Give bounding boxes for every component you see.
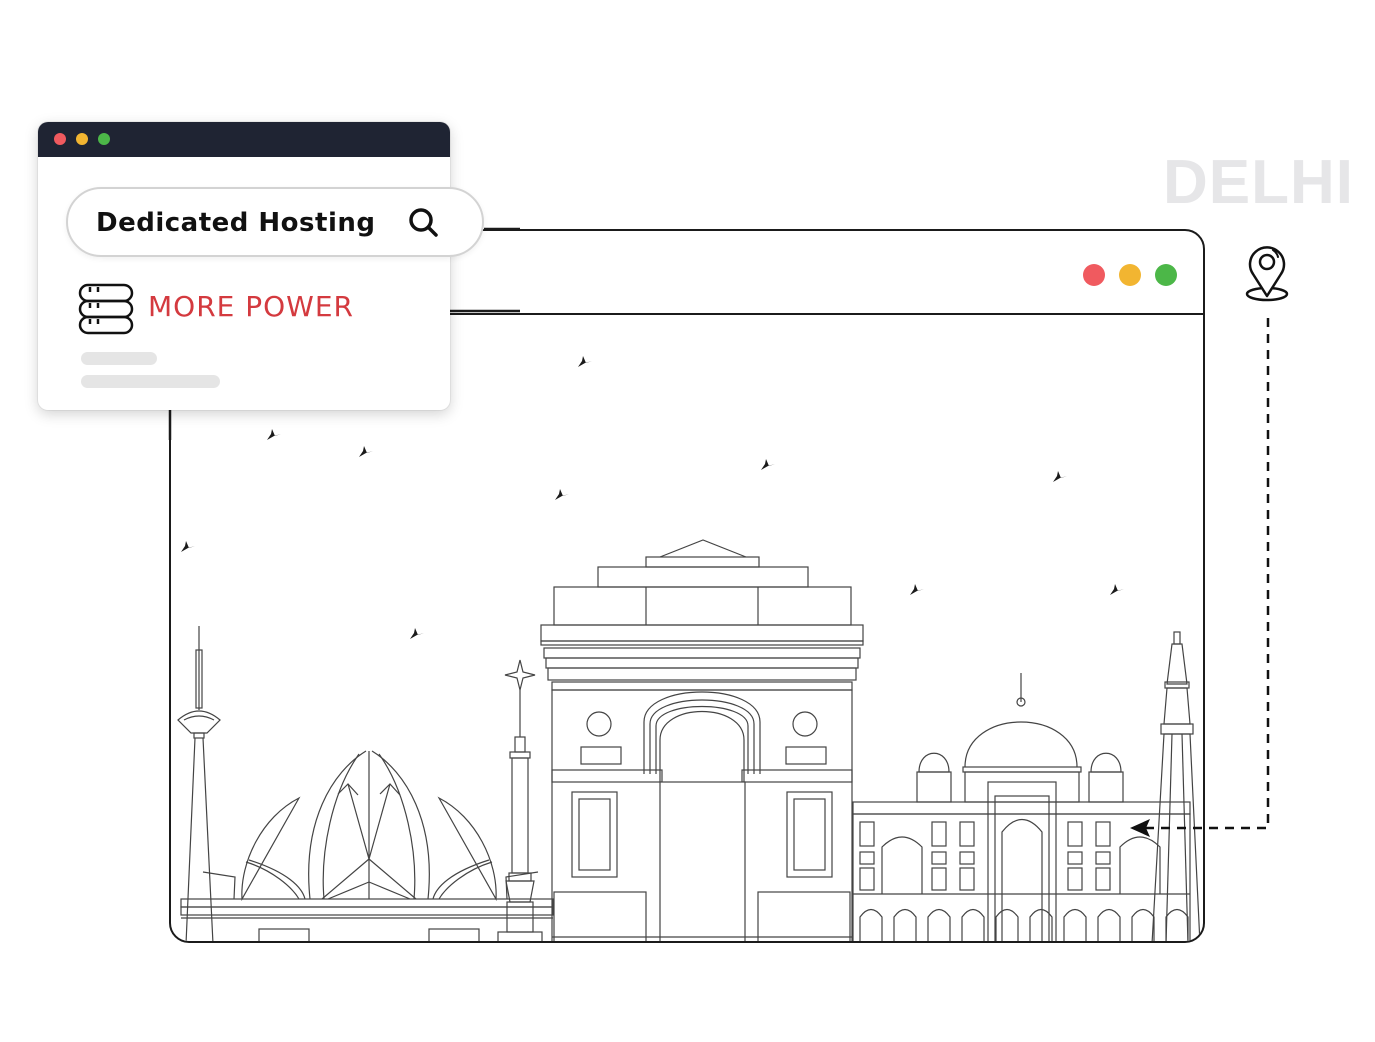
map-pin-icon — [1245, 246, 1289, 302]
star-pillar — [497, 659, 543, 941]
bird-icon — [181, 541, 195, 552]
bird-icon — [267, 429, 281, 440]
close-dot[interactable] — [54, 133, 66, 145]
tomb-windows — [859, 821, 1111, 891]
maximize-dot[interactable] — [98, 133, 110, 145]
india-gate — [540, 539, 864, 941]
search-input[interactable]: Dedicated Hosting — [66, 187, 484, 257]
qutub-minar — [1151, 631, 1201, 941]
tv-tower — [177, 626, 221, 941]
bird-icon — [1110, 584, 1124, 595]
server-stack-icon — [78, 283, 134, 335]
feature-label: MORE POWER — [148, 290, 354, 323]
bird-icon — [578, 356, 592, 367]
bird-icon — [410, 628, 424, 639]
popup-titlebar — [38, 122, 450, 157]
minimize-dot[interactable] — [76, 133, 88, 145]
popup-window-controls — [54, 133, 110, 145]
bird-icon — [910, 584, 924, 595]
placeholder-line — [81, 352, 157, 365]
popup-browser-window — [38, 122, 450, 410]
bird-icon — [761, 459, 775, 470]
bird-icon — [1053, 471, 1067, 482]
bird-icon — [359, 446, 373, 457]
placeholder-line — [81, 375, 220, 388]
search-icon[interactable] — [408, 207, 440, 239]
city-watermark: DELHI — [1163, 148, 1354, 217]
tomb-arcade — [859, 908, 1189, 941]
search-input-value[interactable]: Dedicated Hosting — [96, 208, 375, 238]
humayuns-tomb — [852, 673, 1191, 941]
lotus-temple — [180, 750, 554, 941]
bird-icon — [555, 489, 569, 500]
